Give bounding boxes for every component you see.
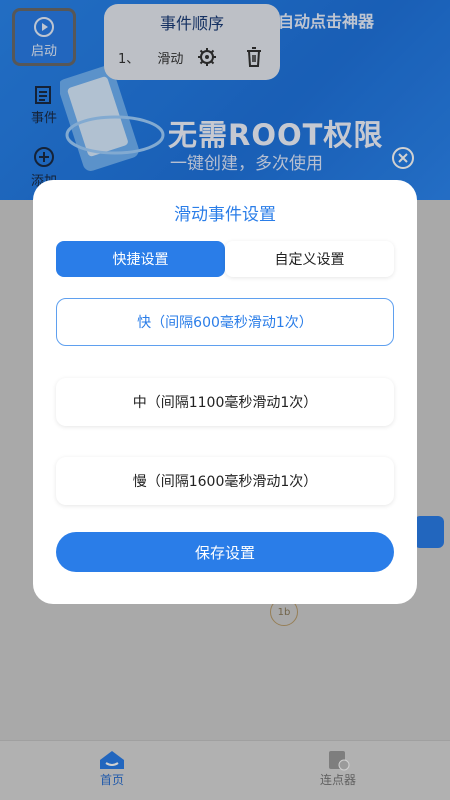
option-fast[interactable]: 快（间隔600毫秒滑动1次）	[56, 298, 394, 346]
swipe-event-settings-dialog: 滑动事件设置 快捷设置 自定义设置 快（间隔600毫秒滑动1次） 中（间隔110…	[33, 180, 417, 604]
tab-custom-settings[interactable]: 自定义设置	[225, 241, 394, 277]
settings-mode-tabs: 快捷设置 自定义设置	[56, 241, 394, 277]
tab-quick-settings[interactable]: 快捷设置	[56, 241, 225, 277]
save-settings-button[interactable]: 保存设置	[56, 532, 394, 572]
option-slow[interactable]: 慢（间隔1600毫秒滑动1次）	[56, 457, 394, 505]
dialog-title: 滑动事件设置	[174, 205, 276, 225]
option-medium[interactable]: 中（间隔1100毫秒滑动1次）	[56, 378, 394, 426]
